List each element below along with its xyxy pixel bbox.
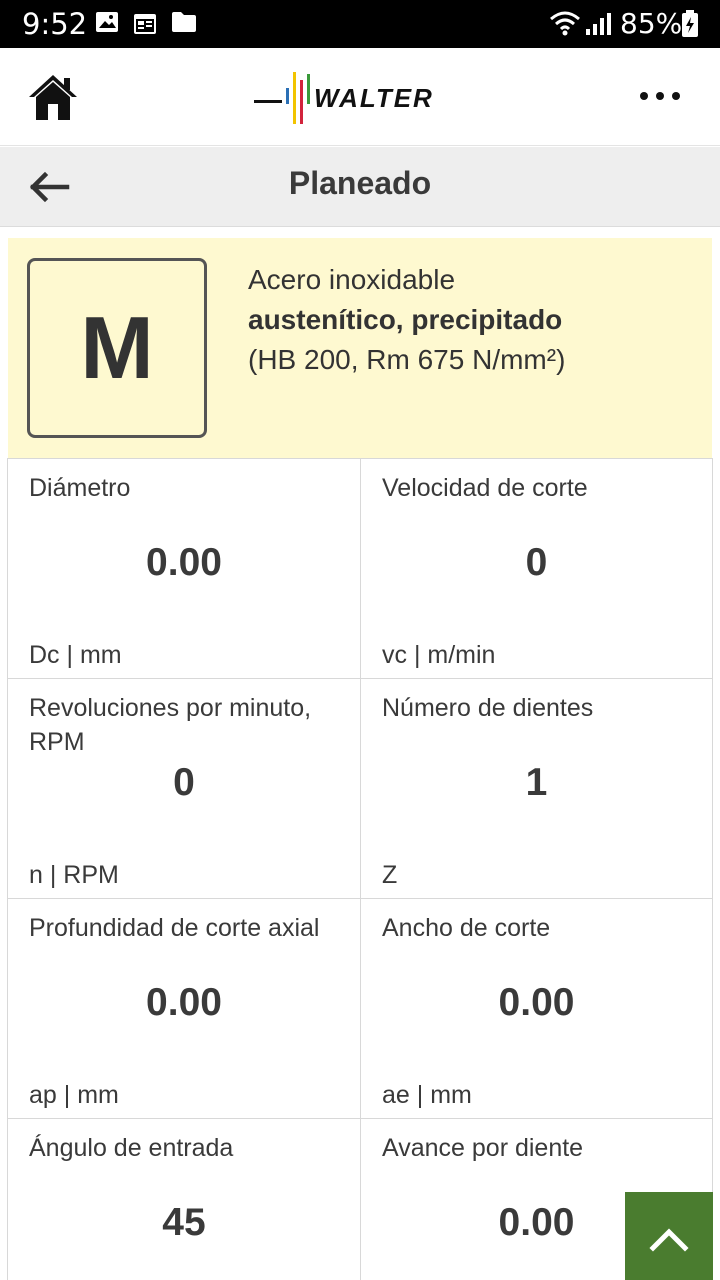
param-label: Avance por diente	[382, 1134, 584, 1162]
material-line-1: Acero inoxidable	[248, 264, 456, 295]
parameter-grid: Diámetro 0.00 Dc | mm Velocidad de corte…	[7, 458, 713, 1280]
title-bar: Planeado	[0, 147, 720, 227]
home-button[interactable]	[28, 72, 82, 124]
param-value: 0.00	[498, 981, 575, 1024]
status-time: 9:52	[22, 7, 88, 41]
param-value: 0	[525, 541, 548, 584]
param-unit: ae | mm	[382, 1081, 472, 1109]
home-icon	[28, 75, 78, 126]
material-panel[interactable]: M Acero inoxidable austenítico, precipit…	[8, 238, 712, 458]
app-header: WALTER	[0, 48, 720, 146]
grid-row: Ángulo de entrada 45 Avance por diente 0…	[7, 1119, 713, 1280]
param-label: Ángulo de entrada	[29, 1134, 234, 1162]
param-label: Revoluciones por minuto, RPM	[29, 694, 312, 756]
more-horizontal-icon	[630, 92, 690, 118]
param-axial-depth[interactable]: Profundidad de corte axial 0.00 ap | mm	[7, 899, 360, 1118]
page-title: Planeado	[288, 165, 432, 201]
param-value: 0.00	[146, 981, 222, 1024]
param-unit: Z	[382, 861, 398, 889]
image-icon	[95, 11, 119, 38]
material-line-3: (HB 200, Rm 675 N/mm²)	[248, 344, 566, 375]
battery-percent: 85%	[620, 7, 683, 40]
chevron-up-icon	[625, 1228, 713, 1280]
param-teeth-count[interactable]: Número de dientes 1 Z	[360, 679, 713, 898]
grid-row: Revoluciones por minuto, RPM 0 n | RPM N…	[7, 679, 713, 899]
param-diameter[interactable]: Diámetro 0.00 Dc | mm	[7, 459, 360, 678]
folder-icon	[171, 11, 197, 38]
material-group-letter: M	[80, 298, 154, 397]
material-line-2: austenítico, precipitado	[248, 304, 563, 335]
param-value: 1	[525, 761, 548, 804]
param-rpm[interactable]: Revoluciones por minuto, RPM 0 n | RPM	[7, 679, 360, 898]
param-label: Ancho de corte	[382, 914, 551, 942]
param-value: 0.00	[146, 541, 222, 584]
param-cutting-speed[interactable]: Velocidad de corte 0 vc | m/min	[360, 459, 713, 678]
param-unit: vc | m/min	[382, 641, 496, 669]
calendar-icon	[133, 11, 157, 40]
scroll-to-top-button[interactable]	[625, 1192, 713, 1280]
grid-row: Diámetro 0.00 Dc | mm Velocidad de corte…	[7, 459, 713, 679]
param-cut-width[interactable]: Ancho de corte 0.00 ae | mm	[360, 899, 713, 1118]
more-options-button[interactable]	[630, 78, 690, 114]
param-label: Número de dientes	[382, 694, 594, 722]
signal-icon	[584, 12, 612, 41]
param-value: 0	[173, 761, 195, 804]
param-label: Diámetro	[29, 474, 131, 502]
material-description: Acero inoxidable austenítico, precipitad…	[248, 260, 565, 380]
logo-text: WALTER	[314, 83, 434, 113]
param-unit: ap | mm	[29, 1081, 119, 1109]
battery-charging-icon	[681, 10, 699, 43]
param-unit: n | RPM	[29, 861, 119, 889]
material-group-badge: M	[27, 258, 207, 438]
param-label: Velocidad de corte	[382, 474, 588, 502]
grid-row: Profundidad de corte axial 0.00 ap | mm …	[7, 899, 713, 1119]
param-value: 45	[162, 1201, 206, 1244]
param-unit: Dc | mm	[29, 641, 122, 669]
param-entry-angle[interactable]: Ángulo de entrada 45	[7, 1119, 360, 1280]
walter-logo: WALTER	[252, 70, 472, 126]
status-bar: 9:52 85%	[0, 0, 720, 48]
param-label: Profundidad de corte axial	[29, 914, 320, 942]
wifi-icon	[549, 10, 581, 41]
